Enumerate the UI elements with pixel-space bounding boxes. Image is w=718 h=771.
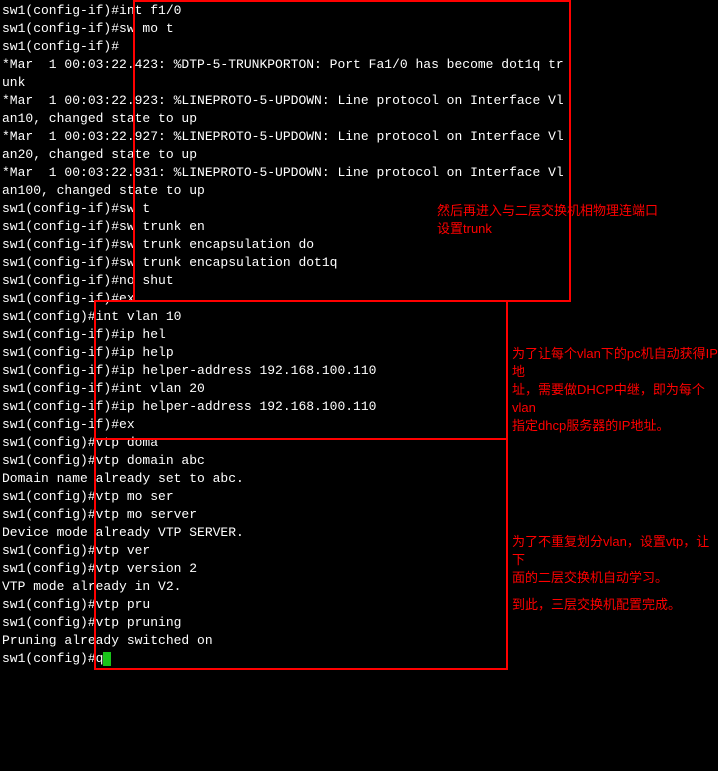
terminal-line: an20, changed state to up [2,146,718,164]
terminal-line: *Mar 1 00:03:22.423: %DTP-5-TRUNKPORTON:… [2,56,718,74]
terminal-line: unk [2,74,718,92]
terminal-line-cursor[interactable]: sw1(config)#q [2,650,718,668]
terminal-line: sw1(config)#vtp domain abc [2,452,718,470]
terminal-line: Pruning already switched on [2,632,718,650]
terminal-line: sw1(config-if)#sw trunk encapsulation do [2,236,718,254]
terminal-line: sw1(config)#vtp pruning [2,614,718,632]
terminal-line: Domain name already set to abc. [2,470,718,488]
terminal-line: sw1(config-if)#int f1/0 [2,2,718,20]
terminal-line: an100, changed state to up [2,182,718,200]
terminal-line: sw1(config-if)#no shut [2,272,718,290]
terminal-line: an10, changed state to up [2,110,718,128]
terminal-line: sw1(config-if)#sw trunk encapsulation do… [2,254,718,272]
terminal-line: *Mar 1 00:03:22.927: %LINEPROTO-5-UPDOWN… [2,128,718,146]
terminal-line: sw1(config-if)#ip hel [2,326,718,344]
terminal-line: sw1(config-if)#ex [2,290,718,308]
terminal-line: sw1(config)#vtp mo server [2,506,718,524]
terminal-line: *Mar 1 00:03:22.931: %LINEPROTO-5-UPDOWN… [2,164,718,182]
terminal-line: sw1(config-if)#sw mo t [2,20,718,38]
annotation-trunk: 然后再进入与二层交换机相物理连端口 设置trunk [437,202,658,238]
cursor-icon [103,652,111,666]
terminal-line: sw1(config)#vtp doma [2,434,718,452]
annotation-dhcp: 为了让每个vlan下的pc机自动获得IP地 址，需要做DHCP中继，即为每个vl… [512,345,718,435]
terminal-line: sw1(config-if)# [2,38,718,56]
terminal-line: sw1(config)#vtp mo ser [2,488,718,506]
annotation-done: 到此，三层交换机配置完成。 [512,596,681,614]
terminal-line: *Mar 1 00:03:22.923: %LINEPROTO-5-UPDOWN… [2,92,718,110]
terminal-line: sw1(config)#int vlan 10 [2,308,718,326]
annotation-vtp: 为了不重复划分vlan，设置vtp，让下 面的二层交换机自动学习。 [512,533,718,587]
